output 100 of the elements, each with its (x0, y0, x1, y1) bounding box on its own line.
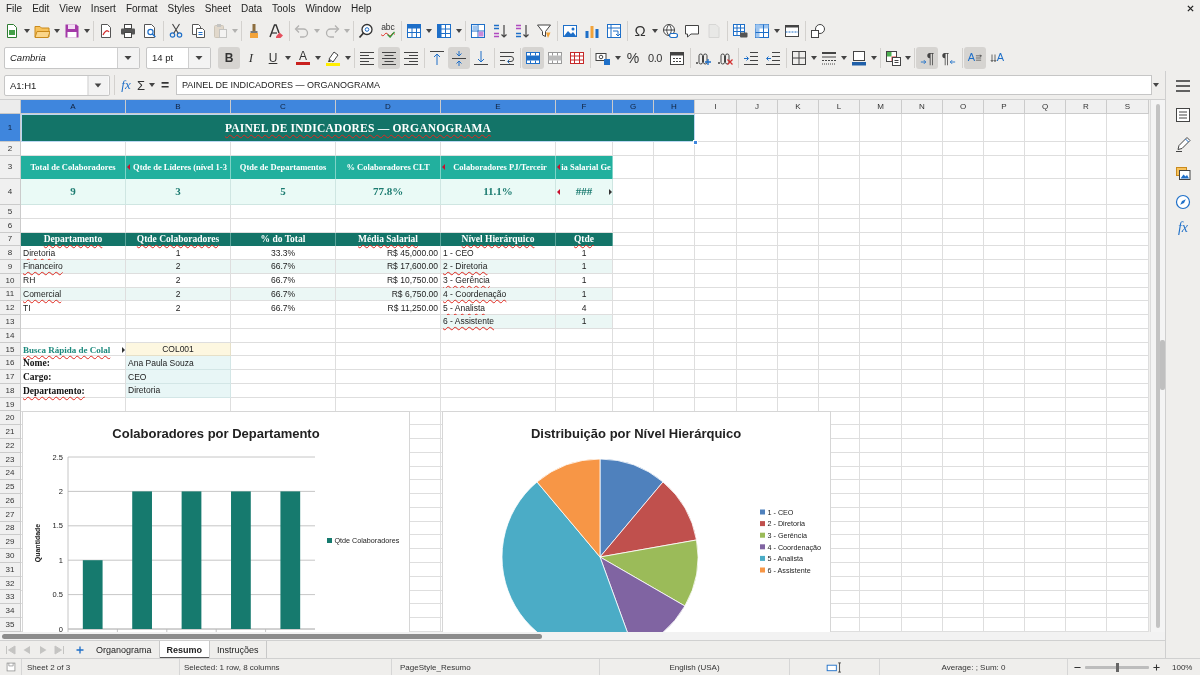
menu-item[interactable]: Format (120, 1, 163, 16)
name-box[interactable]: A1:H1 (4, 74, 110, 96)
caret-icon[interactable] (1153, 83, 1159, 87)
font-name-box[interactable]: Cambria (4, 46, 140, 69)
column-header[interactable]: G (613, 100, 654, 114)
caret-icon[interactable] (84, 28, 90, 33)
caret-icon[interactable] (615, 55, 621, 60)
row-header[interactable]: 20 (0, 411, 21, 426)
menu-item[interactable]: Help (346, 1, 377, 16)
caret-icon[interactable] (117, 47, 139, 68)
functions-button[interactable]: fx (1177, 220, 1189, 236)
sidebar-handle[interactable] (1160, 340, 1165, 390)
zoom-slider[interactable] (1085, 665, 1149, 669)
row-header[interactable]: 26 (0, 494, 21, 508)
number-format-button[interactable]: 0.0 (644, 46, 666, 69)
language-text[interactable]: English (USA) (669, 662, 720, 672)
menu-item[interactable]: Styles (162, 1, 200, 16)
column-header[interactable]: N (902, 100, 943, 114)
column-header[interactable]: R (1066, 100, 1107, 114)
row-header[interactable]: 13 (0, 315, 21, 329)
menu-item[interactable]: Window (300, 1, 346, 16)
zoom-slider-thumb[interactable] (1115, 662, 1119, 672)
column-header[interactable]: E (441, 100, 556, 114)
scrollbar-thumb[interactable] (2, 634, 542, 639)
stacked-text-button[interactable]: A (986, 46, 1008, 69)
row-header[interactable]: 33 (0, 590, 21, 605)
row-header[interactable]: 22 (0, 439, 21, 453)
plus-icon[interactable] (1153, 663, 1160, 671)
fill-handle-icon[interactable] (693, 140, 698, 145)
formula-button[interactable]: = (159, 75, 171, 95)
column-header[interactable]: I (695, 100, 737, 114)
caret-icon[interactable] (285, 55, 291, 60)
caret-icon[interactable] (652, 28, 658, 33)
menu-icon[interactable] (1175, 77, 1191, 94)
menu-item[interactable]: File (1, 1, 28, 16)
left-to-right-button[interactable]: ¶ (916, 46, 938, 69)
row-header[interactable]: 25 (0, 480, 21, 495)
row-header[interactable]: 9 (0, 260, 21, 274)
column-header[interactable]: O (943, 100, 984, 114)
caret-icon[interactable] (54, 28, 60, 33)
gallery-icon[interactable] (1175, 164, 1191, 181)
pen-icon[interactable] (1175, 135, 1191, 152)
formula-input[interactable]: PAINEL DE INDICADORES — ORGANOGRAMA (176, 75, 1152, 95)
row-header[interactable]: 12 (0, 301, 21, 316)
row-header[interactable]: 4 (0, 178, 21, 205)
caret-icon[interactable] (87, 75, 109, 95)
row-header[interactable]: 8 (0, 246, 21, 261)
menu-item[interactable]: View (54, 1, 86, 16)
caret-icon[interactable] (315, 55, 321, 60)
column-header[interactable]: P (984, 100, 1025, 114)
menu-item[interactable]: Insert (85, 1, 121, 16)
column-header[interactable]: D (336, 100, 441, 114)
column-header[interactable]: A (21, 100, 126, 114)
sheet-tab[interactable]: Resumo (159, 641, 211, 658)
zoom-percent-text[interactable]: 100% (1172, 662, 1193, 672)
column-header[interactable]: J (737, 100, 778, 114)
underline-button[interactable]: U (262, 46, 284, 69)
menu-item[interactable]: Sheet (199, 1, 236, 16)
caret-icon[interactable] (149, 83, 155, 87)
function-wizard-button[interactable]: fx (119, 75, 133, 95)
center-vertically-button[interactable] (448, 46, 470, 69)
column-header[interactable]: S (1107, 100, 1149, 114)
row-header[interactable]: 1 (0, 114, 21, 142)
row-header[interactable]: 16 (0, 356, 21, 371)
font-size-box[interactable]: 14 pt (146, 46, 211, 69)
selection-mode-icon[interactable] (826, 661, 843, 673)
menu-item[interactable]: Data (235, 1, 268, 16)
row-header[interactable]: 3 (0, 155, 21, 179)
column-header[interactable]: F (556, 100, 613, 114)
scrollbar-thumb[interactable] (1156, 104, 1160, 628)
caret-icon[interactable] (871, 55, 877, 60)
row-header[interactable]: 34 (0, 604, 21, 618)
column-header[interactable]: M (860, 100, 902, 114)
column-header[interactable]: H (654, 100, 695, 114)
align-center-button[interactable] (378, 46, 400, 69)
caret-icon[interactable] (841, 55, 847, 60)
column-header[interactable]: K (778, 100, 819, 114)
font-color-button[interactable]: A (292, 46, 314, 69)
italic-button[interactable]: I (240, 46, 262, 69)
compass-icon[interactable] (1175, 193, 1191, 210)
column-header[interactable]: L (819, 100, 860, 114)
caret-icon[interactable] (345, 55, 351, 60)
row-header[interactable]: 29 (0, 535, 21, 550)
column-header[interactable]: C (231, 100, 336, 114)
caret-icon[interactable] (774, 28, 780, 33)
row-header[interactable]: 2 (0, 142, 21, 156)
caret-icon[interactable] (811, 55, 817, 60)
spelling-button[interactable]: abc (377, 19, 399, 42)
caret-icon[interactable] (24, 28, 30, 33)
caret-icon[interactable] (426, 28, 432, 33)
bold-button[interactable]: B (218, 46, 240, 69)
caret-icon[interactable] (905, 55, 911, 60)
menu-item[interactable]: Tools (267, 1, 301, 16)
lookup-input[interactable]: COL001 (126, 342, 231, 357)
right-to-left-button[interactable]: ¶ (938, 46, 960, 69)
column-header[interactable]: B (126, 100, 231, 114)
sheet-tab[interactable]: Instruções (210, 641, 267, 658)
menu-item[interactable]: Edit (27, 1, 55, 16)
sheet-tab[interactable]: Organograma (89, 641, 160, 658)
properties-icon[interactable] (1175, 106, 1191, 123)
